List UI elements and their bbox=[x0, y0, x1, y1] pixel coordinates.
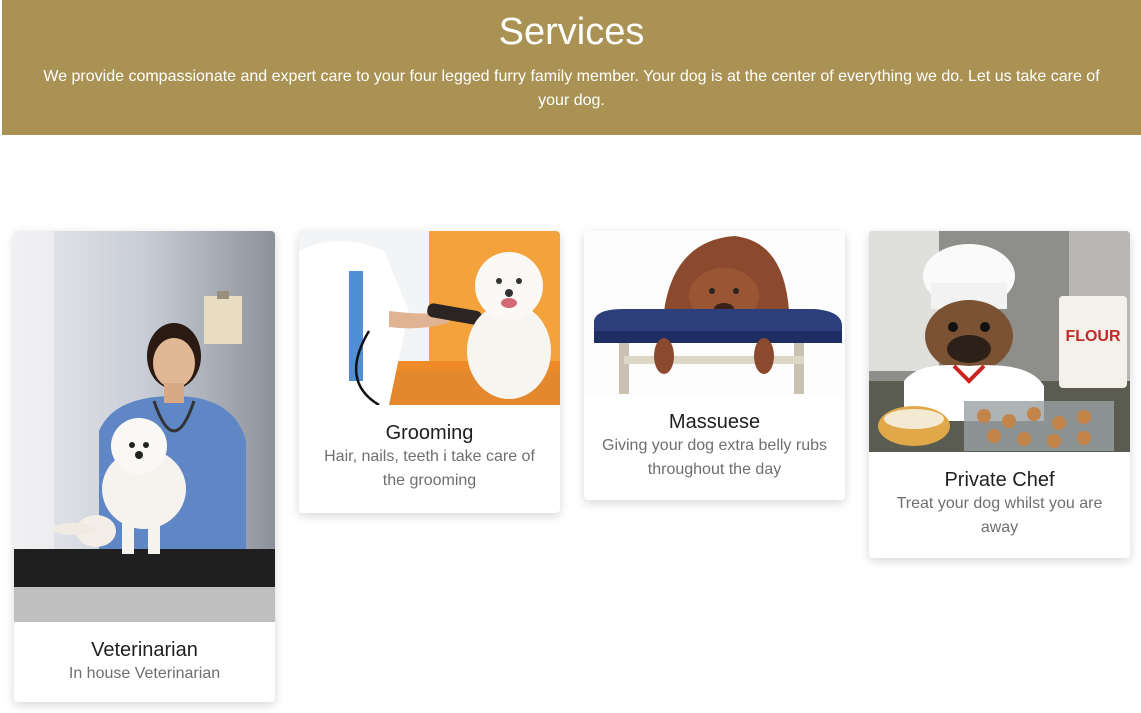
services-hero-banner: Services We provide compassionate and ex… bbox=[2, 0, 1141, 135]
service-card-veterinarian[interactable]: Veterinarian In house Veterinarian bbox=[14, 231, 275, 702]
card-body: Grooming Hair, nails, teeth i take care … bbox=[299, 405, 560, 513]
service-card-massuese[interactable]: Massuese Giving your dog extra belly rub… bbox=[584, 231, 845, 500]
service-card-private-chef[interactable]: FLOUR Private Chef Treat your dog whilst… bbox=[869, 231, 1130, 558]
service-card-grooming[interactable]: Grooming Hair, nails, teeth i take care … bbox=[299, 231, 560, 513]
grooming-image bbox=[299, 231, 560, 405]
massage-image bbox=[584, 231, 845, 394]
card-description: Treat your dog whilst you are away bbox=[896, 495, 1103, 536]
flour-bag-label: FLOUR bbox=[1065, 328, 1121, 345]
card-title: Massuese bbox=[668, 411, 761, 433]
card-body: Veterinarian In house Veterinarian bbox=[14, 622, 275, 702]
card-title: Private Chef bbox=[944, 469, 1055, 491]
hero-subtitle: We provide compassionate and expert care… bbox=[43, 68, 1100, 109]
card-title: Veterinarian bbox=[91, 639, 198, 661]
page-title: Services bbox=[498, 11, 645, 53]
card-body: Massuese Giving your dog extra belly rub… bbox=[584, 394, 845, 500]
card-description: Giving your dog extra belly rubs through… bbox=[602, 437, 827, 478]
card-description: In house Veterinarian bbox=[68, 665, 221, 682]
chef-image: FLOUR bbox=[869, 231, 1130, 452]
card-body: Private Chef Treat your dog whilst you a… bbox=[869, 452, 1130, 558]
veterinarian-image bbox=[14, 231, 275, 622]
card-title: Grooming bbox=[385, 422, 474, 444]
card-description: Hair, nails, teeth i take care of the gr… bbox=[324, 448, 535, 489]
